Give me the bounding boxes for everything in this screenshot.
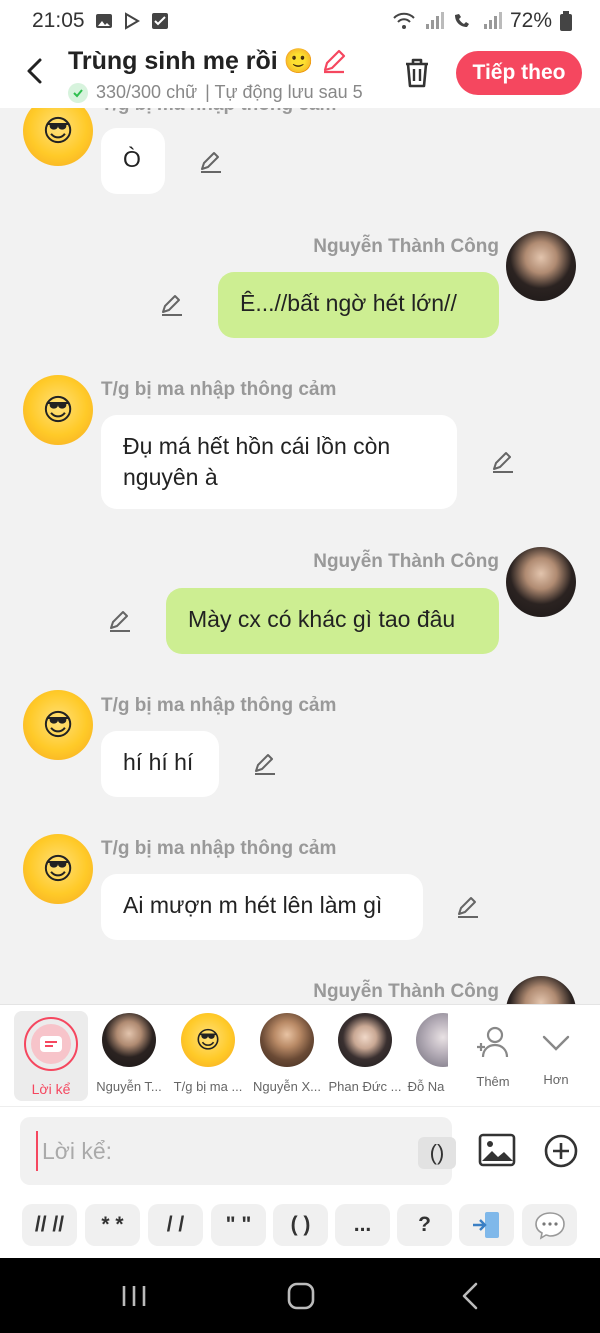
- symbol-button[interactable]: // //: [22, 1204, 77, 1246]
- character-label: Đỗ Na: [407, 1079, 445, 1094]
- narrator-icon: [40, 1036, 62, 1052]
- character-item[interactable]: Nguyễn X...: [250, 1013, 324, 1094]
- phone-transfer-icon: [472, 1212, 499, 1238]
- character-item[interactable]: Đỗ Na: [404, 1013, 448, 1094]
- character-label: T/g bị ma ...: [173, 1079, 243, 1094]
- wifi-icon: [393, 12, 415, 29]
- avatar[interactable]: [506, 547, 576, 617]
- back-arrow-icon[interactable]: [18, 54, 52, 88]
- avatar[interactable]: 😎: [23, 108, 93, 166]
- character-item[interactable]: Nguyễn T...: [92, 1013, 166, 1094]
- add-person-icon: [477, 1026, 509, 1058]
- checkbox-icon: [151, 13, 168, 29]
- avatar[interactable]: 😎: [23, 375, 93, 445]
- status-bar: 21:05 72%: [0, 0, 600, 42]
- character-label: Phan Đức ...: [328, 1079, 402, 1094]
- avatar[interactable]: 😎: [23, 834, 93, 904]
- signal-2-icon: [483, 12, 502, 29]
- input-row: (): [0, 1106, 600, 1194]
- battery-icon: [560, 11, 572, 31]
- narrator-item[interactable]: Lời kể: [14, 1011, 88, 1101]
- autosave-status: | Tự động lưu sau 5: [205, 82, 363, 102]
- character-label: Nguyễn T...: [96, 1079, 162, 1094]
- message-bubble[interactable]: hí hí hí: [101, 731, 219, 797]
- check-icon: [68, 82, 88, 103]
- chevron-down-icon: [542, 1035, 570, 1051]
- home-icon[interactable]: [281, 1280, 321, 1312]
- character-item[interactable]: 😎 T/g bị ma ...: [171, 1013, 245, 1094]
- symbol-button[interactable]: ?: [397, 1204, 452, 1246]
- next-button[interactable]: Tiếp theo: [456, 51, 582, 95]
- edit-message-icon[interactable]: [490, 449, 516, 475]
- sender-name: Nguyễn Thành Công: [313, 236, 499, 257]
- character-bar: Lời kể Nguyễn T... 😎 T/g bị ma ... Nguyễ…: [0, 1004, 600, 1106]
- edit-message-icon[interactable]: [159, 292, 185, 318]
- symbol-button[interactable]: ( ): [273, 1204, 328, 1246]
- expand-label: Hơn: [543, 1072, 569, 1087]
- character-avatar: 😎: [181, 1013, 235, 1067]
- transfer-button[interactable]: [459, 1204, 514, 1246]
- character-avatar: [260, 1013, 314, 1067]
- parentheses-button[interactable]: (): [418, 1137, 456, 1169]
- character-avatar: [416, 1013, 448, 1067]
- sender-name: T/g bị ma nhập thông cảm: [101, 838, 337, 859]
- signal-icon: [425, 12, 444, 29]
- message-input[interactable]: [36, 1131, 396, 1171]
- system-nav-bar: [0, 1258, 600, 1333]
- symbol-button[interactable]: ...: [335, 1204, 390, 1246]
- word-count: 330/300 chữ: [96, 82, 198, 102]
- sender-name: T/g bị ma nhập thông cảm: [101, 379, 337, 400]
- expand-characters-button[interactable]: Hơn: [519, 1013, 593, 1087]
- character-item[interactable]: Phan Đức ...: [328, 1013, 402, 1094]
- message-bubble[interactable]: Ò: [101, 128, 165, 194]
- page-title[interactable]: Trùng sinh mẹ rồi: [68, 47, 278, 76]
- message-bubble[interactable]: Mày cx có khác gì tao đâu: [166, 588, 499, 654]
- symbol-button[interactable]: * *: [85, 1204, 140, 1246]
- add-circle-icon[interactable]: [543, 1133, 579, 1169]
- avatar[interactable]: [506, 976, 576, 1004]
- play-store-icon: [124, 12, 140, 30]
- symbol-shortcuts: // // * * / / " " ( ) ... ?: [0, 1194, 600, 1258]
- status-time: 21:05: [32, 9, 85, 32]
- message-bubble[interactable]: Ai mượn m hét lên làm gì: [101, 874, 423, 940]
- gallery-icon: [95, 14, 112, 28]
- sender-name: Nguyễn Thành Công: [313, 981, 499, 1002]
- recent-apps-icon[interactable]: [114, 1280, 154, 1312]
- symbol-button[interactable]: " ": [211, 1204, 266, 1246]
- header: Trùng sinh mẹ rồi 🙂 330/300 chữ | Tự độn…: [0, 42, 600, 108]
- edit-message-icon[interactable]: [252, 751, 278, 777]
- battery-text: 72%: [509, 9, 552, 32]
- sender-name: T/g bị ma nhập thông cảm: [101, 695, 337, 716]
- avatar[interactable]: [506, 231, 576, 301]
- sender-name: T/g bị ma nhập thông cảm: [101, 108, 336, 116]
- title-block: Trùng sinh mẹ rồi 🙂 330/300 chữ | Tự độn…: [68, 44, 388, 103]
- image-icon[interactable]: [478, 1131, 516, 1169]
- trash-icon[interactable]: [398, 54, 436, 92]
- edit-message-icon[interactable]: [198, 149, 224, 175]
- character-avatar: [338, 1013, 392, 1067]
- sender-name: Nguyễn Thành Công: [313, 551, 499, 572]
- narrator-label: Lời kể: [31, 1081, 71, 1097]
- message-bubble[interactable]: Ê...//bất ngờ hét lớn//: [218, 272, 499, 338]
- edit-message-icon[interactable]: [455, 894, 481, 920]
- chat-bubble-icon: [534, 1212, 565, 1240]
- system-back-icon[interactable]: [450, 1280, 490, 1312]
- edit-message-icon[interactable]: [107, 608, 133, 634]
- message-bubble[interactable]: Đụ má hết hồn cái lồn còn nguyên à: [101, 415, 457, 509]
- chat-area[interactable]: 😎 T/g bị ma nhập thông cảm Ò Nguyễn Thàn…: [0, 108, 600, 1004]
- title-emoji: 🙂: [283, 47, 314, 75]
- edit-title-icon[interactable]: [320, 47, 348, 75]
- symbol-button[interactable]: / /: [148, 1204, 203, 1246]
- character-label: Nguyễn X...: [253, 1079, 321, 1094]
- input-box: (): [20, 1117, 456, 1185]
- character-avatar: [102, 1013, 156, 1067]
- avatar[interactable]: 😎: [23, 690, 93, 760]
- more-symbols-button[interactable]: [522, 1204, 577, 1246]
- call-icon: [454, 14, 469, 27]
